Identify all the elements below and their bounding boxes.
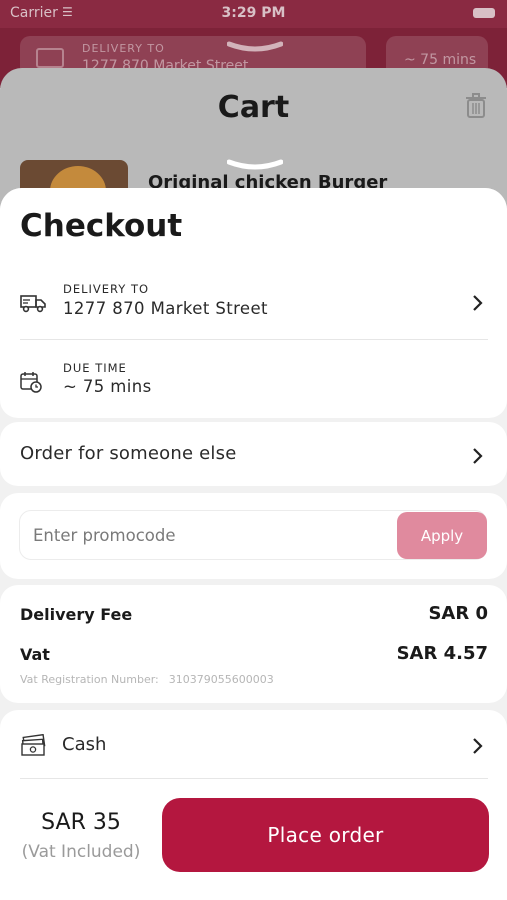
total-vat-note: (Vat Included)	[21, 842, 141, 862]
background-time-value: ~ 75 mins	[404, 52, 477, 68]
vat-label: Vat	[20, 645, 50, 664]
due-time-label: DUE TIME	[63, 361, 127, 375]
payment-card: Cash SAR 35 (Vat Included) Place order	[0, 710, 507, 900]
order-for-someone-label: Order for someone else	[20, 443, 237, 464]
cash-icon	[21, 734, 46, 756]
fees-card: Delivery Fee SAR 0 Vat SAR 4.57 Vat Regi…	[0, 585, 507, 703]
calendar-clock-icon	[20, 372, 42, 393]
chevron-right-icon	[473, 295, 483, 311]
total-amount: SAR 35	[41, 810, 121, 835]
truck-icon	[20, 295, 46, 313]
delivery-label: DELIVERY TO	[63, 282, 150, 296]
background-delivery-label: DELIVERY TO	[82, 42, 165, 55]
chevron-right-icon	[473, 738, 483, 754]
checkout-title: Checkout	[20, 208, 183, 244]
divider	[20, 778, 488, 779]
promo-box: Apply	[19, 510, 487, 560]
place-order-button[interactable]: Place order	[162, 798, 489, 872]
sheet-handle-icon[interactable]	[227, 40, 283, 54]
checkout-header-card: Checkout DELIVERY TO 1277 870 Market Str…	[0, 188, 507, 418]
truck-icon	[36, 48, 64, 68]
delivery-address: 1277 870 Market Street	[63, 299, 268, 318]
vat-value: SAR 4.57	[396, 643, 488, 664]
delivery-fee-value: SAR 0	[428, 603, 488, 624]
delivery-fee-label: Delivery Fee	[20, 605, 133, 624]
checkout-sheet: Checkout DELIVERY TO 1277 870 Market Str…	[0, 188, 507, 900]
vat-registration: Vat Registration Number: 310379055600003	[20, 673, 274, 686]
apply-promo-button[interactable]: Apply	[397, 512, 487, 559]
status-bar: Carrier ☰ 3:29 PM	[0, 0, 507, 28]
order-for-someone-row[interactable]: Order for someone else	[0, 422, 507, 486]
checkout-handle-icon[interactable]	[227, 158, 283, 172]
payment-method-label: Cash	[62, 734, 107, 755]
promo-card: Apply	[0, 493, 507, 579]
due-time-value: ~ 75 mins	[63, 377, 152, 396]
vat-registration-label: Vat Registration Number:	[20, 673, 159, 686]
divider	[20, 339, 488, 340]
cart-sheet: Cart Original chicken Burger	[0, 68, 507, 208]
battery-icon	[473, 8, 495, 18]
vat-registration-number: 310379055600003	[168, 673, 274, 686]
promo-code-input[interactable]	[20, 511, 396, 559]
status-time: 3:29 PM	[221, 5, 286, 21]
cart-title: Cart	[217, 90, 290, 125]
trash-icon[interactable]	[465, 93, 487, 119]
chevron-right-icon	[473, 448, 483, 464]
